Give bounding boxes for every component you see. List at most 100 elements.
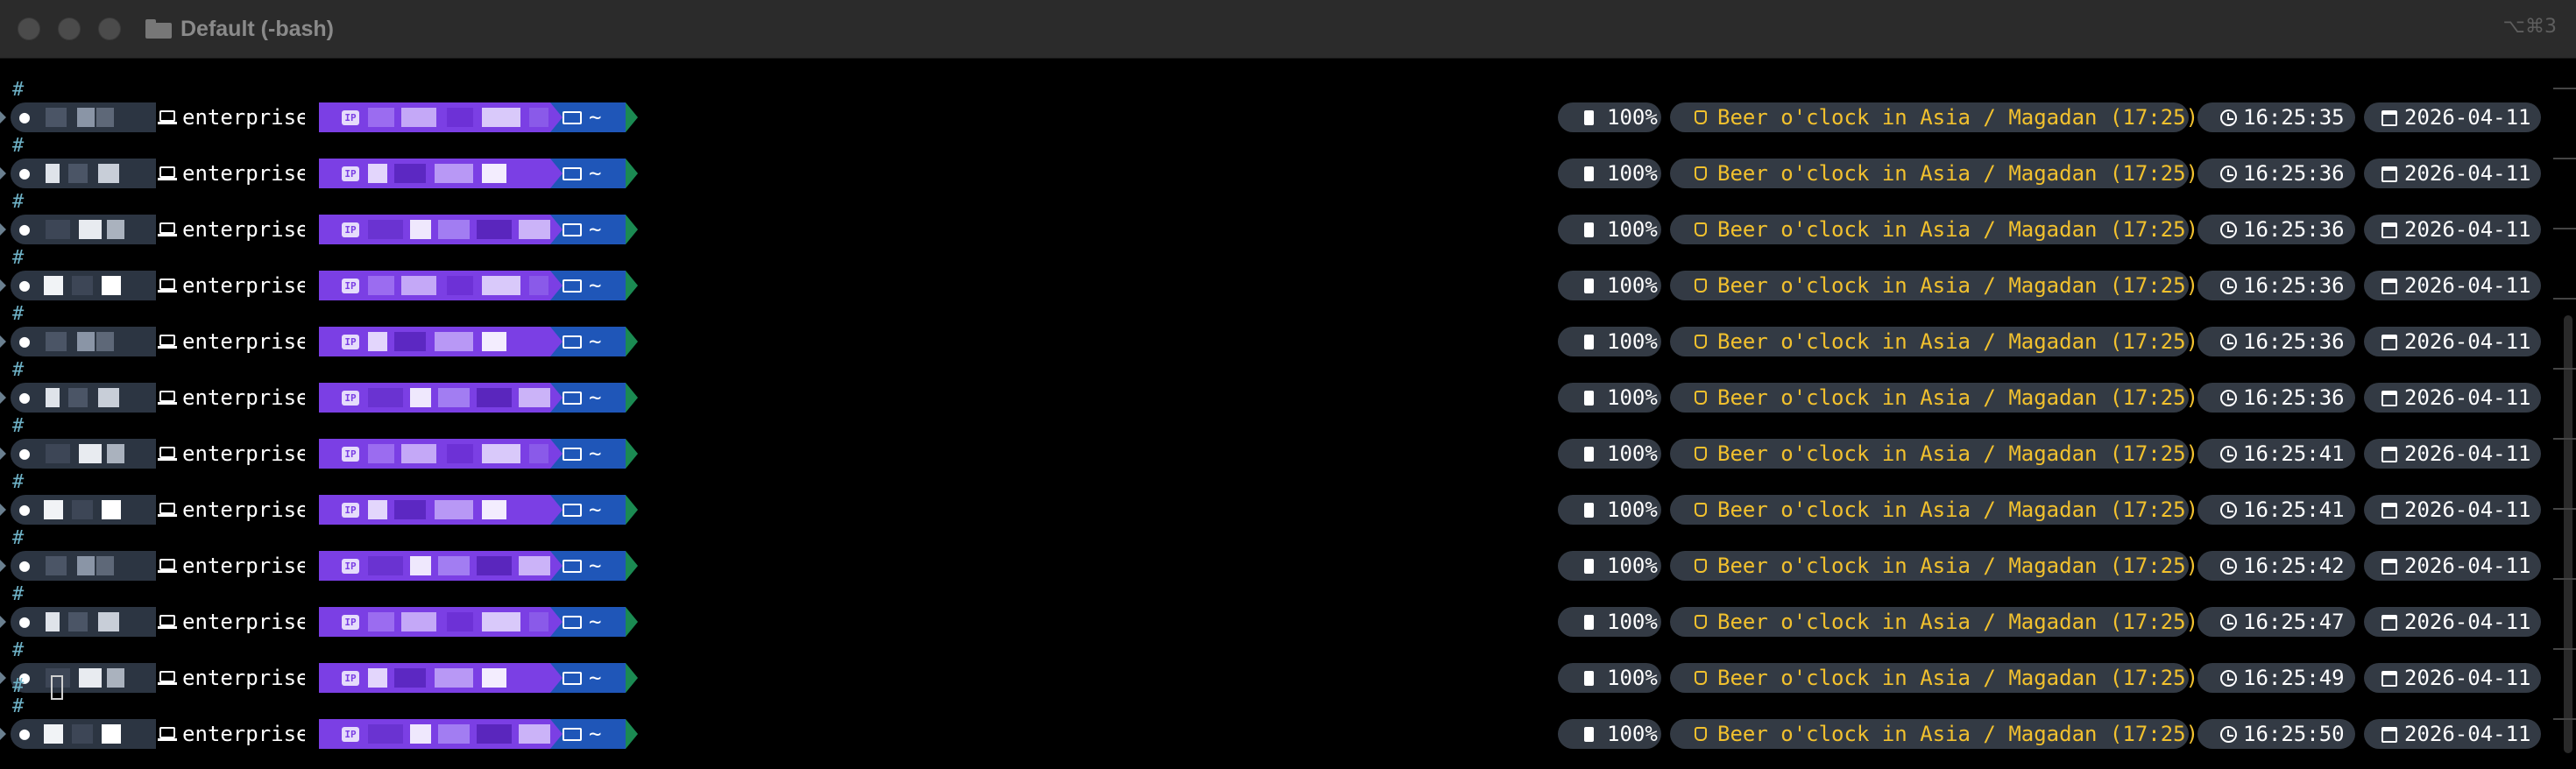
ip-badge-icon: IP	[342, 559, 359, 574]
redacted-block	[401, 108, 436, 127]
scroll-mark	[2553, 298, 2576, 300]
beer-segment: Beer o'clock in Asia / Magadan (17:25)	[1670, 383, 2198, 413]
prompt-start-chevron	[0, 560, 6, 572]
battery-icon	[1584, 279, 1594, 293]
redacted-block	[519, 220, 554, 239]
time-segment-text: 16:25:36	[2243, 385, 2345, 410]
host-segment: enterprise	[156, 551, 319, 581]
prompt-line: ● enterprise IP ~100% Beer o'clock in Asia /…	[0, 439, 2576, 469]
redacted-block	[77, 108, 95, 127]
date-segment: 2026-04-11	[2364, 271, 2541, 300]
redacted-block	[482, 668, 506, 688]
prompt-start-chevron	[0, 279, 6, 292]
clock-icon	[2220, 446, 2237, 462]
ip-segment: IP	[305, 215, 554, 244]
redacted-block	[72, 500, 93, 519]
host-label: enterprise	[182, 722, 309, 746]
date-segment: 2026-04-11	[2364, 159, 2541, 188]
redacted-block	[368, 724, 403, 744]
date-segment-text: 2026-04-11	[2404, 329, 2531, 354]
apple-icon: ●	[19, 554, 31, 575]
redacted-block	[368, 108, 394, 127]
redacted-block	[435, 668, 473, 688]
apple-icon: ●	[19, 106, 31, 127]
apple-icon: ●	[19, 723, 31, 744]
battery-segment-text: 100%	[1607, 497, 1658, 522]
ip-segment: IP	[305, 271, 550, 300]
time-segment-text: 16:25:36	[2243, 161, 2345, 186]
prompt-marker: #	[12, 675, 25, 697]
date-segment: 2026-04-11	[2364, 439, 2541, 469]
battery-icon	[1584, 391, 1594, 406]
directory-label: ~	[589, 273, 602, 298]
beer-icon	[1695, 166, 1707, 180]
laptop-icon	[158, 391, 177, 405]
ip-badge-icon: IP	[342, 110, 359, 125]
title-bar[interactable]: Default (-bash) ⌥⌘3	[0, 0, 2576, 59]
terminal-content[interactable]: # ● enterprise IP ~100% Beer o'clock in Asia …	[0, 59, 2576, 769]
prompt-end-chevron	[626, 663, 638, 693]
directory-segment: ~	[550, 102, 626, 132]
prompt-start-chevron	[0, 448, 6, 460]
prompt-start-chevron	[0, 335, 6, 348]
redacted-block	[447, 444, 473, 463]
beer-icon	[1695, 110, 1707, 124]
redacted-block	[46, 612, 60, 631]
beer-segment-text: Beer o'clock in Asia / Magadan (17:25)	[1717, 610, 2199, 634]
directory-segment: ~	[550, 383, 626, 413]
redacted-block	[394, 164, 426, 183]
time-segment: 16:25:49	[2197, 663, 2355, 693]
date-segment-text: 2026-04-11	[2404, 273, 2531, 298]
prompt-end-chevron	[626, 327, 638, 356]
folder-open-icon	[563, 335, 582, 349]
minimize-button[interactable]	[58, 18, 81, 40]
prompt-line: ● enterprise IP ~100% Beer o'clock in Asia /…	[0, 663, 2576, 693]
redacted-block	[46, 332, 67, 351]
prompt-line: ● enterprise IP ~100% Beer o'clock in Asia /…	[0, 159, 2576, 188]
prompt-start-chevron	[0, 504, 6, 516]
battery-segment: 100%	[1558, 439, 1661, 469]
calendar-icon	[2381, 166, 2397, 182]
redacted-block	[482, 612, 520, 631]
calendar-icon	[2381, 391, 2397, 406]
prompt-end-chevron	[626, 102, 638, 132]
redacted-block	[477, 724, 512, 744]
laptop-icon	[158, 166, 177, 180]
prompt-marker: #	[12, 639, 25, 661]
prompt-marker: #	[12, 79, 25, 101]
redacted-block	[107, 668, 124, 688]
redacted-block	[68, 388, 88, 407]
redacted-block	[46, 556, 67, 575]
redacted-block	[435, 164, 473, 183]
date-segment-text: 2026-04-11	[2404, 385, 2531, 410]
host-segment: enterprise	[156, 719, 319, 749]
laptop-icon	[158, 559, 177, 573]
prompt-line: ● enterprise IP ~100% Beer o'clock in Asia /…	[0, 271, 2576, 300]
calendar-icon	[2381, 615, 2397, 631]
redacted-block	[447, 612, 473, 631]
ip-badge-icon: IP	[342, 391, 359, 406]
zoom-button[interactable]	[98, 18, 121, 40]
prompt-line: ● enterprise IP ~100% Beer o'clock in Asia /…	[0, 495, 2576, 525]
beer-segment: Beer o'clock in Asia / Magadan (17:25)	[1670, 102, 2198, 132]
calendar-icon	[2381, 503, 2397, 519]
scrollbar[interactable]	[2564, 315, 2572, 753]
redacted-block	[477, 556, 512, 575]
folder-open-icon	[563, 672, 582, 685]
apple-icon: ●	[19, 218, 31, 239]
prompt-start-chevron	[0, 111, 6, 123]
time-segment-text: 16:25:35	[2243, 105, 2345, 130]
ip-badge-icon: IP	[342, 503, 359, 518]
prompt-end-chevron	[626, 439, 638, 469]
os-segment: ●	[11, 102, 156, 132]
scroll-mark	[2553, 88, 2576, 89]
prompt-marker: #	[12, 191, 25, 213]
prompt-line: ● enterprise IP ~100% Beer o'clock in Asia /…	[0, 383, 2576, 413]
close-button[interactable]	[18, 18, 40, 40]
prompt-marker: #	[12, 135, 25, 157]
redacted-block	[401, 444, 436, 463]
battery-icon	[1584, 222, 1594, 237]
date-segment: 2026-04-11	[2364, 719, 2541, 749]
beer-segment: Beer o'clock in Asia / Magadan (17:25)	[1670, 439, 2198, 469]
beer-icon	[1695, 727, 1707, 741]
